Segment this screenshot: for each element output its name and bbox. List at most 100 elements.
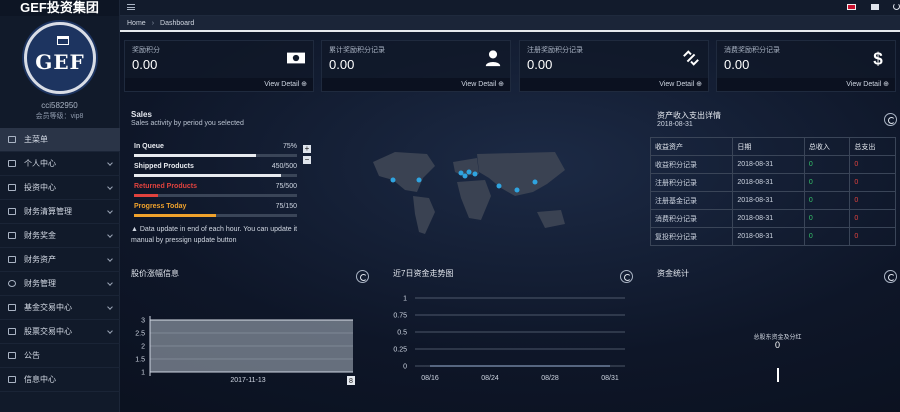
map-marker[interactable] [514,187,520,193]
trend-x-tick-label: 08/16 [421,375,439,382]
sidebar-item-label: 公告 [24,351,40,360]
bar-chart-icon [8,376,16,383]
row-income: 0 [803,191,851,210]
user-id: cci582950 [41,101,78,110]
breadcrumb-separator: › [151,19,155,27]
chevron-down-icon [107,160,113,166]
refresh-icon[interactable] [620,270,633,283]
view-detail-link[interactable]: View Detail ⊕ [717,78,895,91]
view-detail-link[interactable]: View Detail ⊕ [125,78,313,91]
breadcrumb-home[interactable]: Home [127,20,146,27]
card-value: 0.00 [132,57,158,72]
row-date: 2018-08-31 [732,191,805,210]
map-zoom-out-button[interactable]: − [303,156,311,164]
sidebar-item-investment-center[interactable]: 投资中心 [0,176,120,200]
refresh-icon[interactable] [356,270,369,283]
chevron-down-icon [107,304,113,310]
monitor-icon [8,352,16,359]
progress-track [134,154,297,157]
sidebar-item-label: 信息中心 [24,375,56,384]
sidebar-item-main-menu[interactable]: 主菜单 [0,128,120,152]
trend-x-tick-label: 08/31 [601,375,619,382]
map-marker[interactable] [390,177,396,183]
refresh-icon[interactable] [884,270,897,283]
map-marker[interactable] [416,177,422,183]
svg-text:$: $ [873,49,883,67]
chevron-down-icon [107,208,113,214]
user-icon [8,160,16,167]
logo-monogram: GEF [35,50,85,74]
map-marker[interactable] [462,173,468,179]
card-value: 0.00 [527,57,553,72]
row-name: 收益积分记录 [649,155,734,174]
message-icon[interactable] [871,4,879,10]
stat-card-consume-reward: 消费奖励积分记录 0.00 $ View Detail ⊕ [716,40,896,92]
sales-row-in-queue: In Queue 75% [134,143,297,157]
row-name: 注册基金记录 [649,191,734,210]
gift-icon [8,232,16,239]
row-expense: 0 [849,227,896,246]
member-level: 会员等级：vip8 [35,113,84,120]
sidebar-item-fund-trading[interactable]: 基金交易中心 [0,296,120,320]
map-zoom-in-button[interactable]: + [303,145,311,153]
trend-grid [415,297,625,367]
sidebar-item-finance-clearing[interactable]: 财务清算管理 [0,200,120,224]
sales-row-value: 450/500 [271,163,297,170]
progress-fill [134,174,281,177]
trend-panel-title: 近7日资金走势图 [393,269,454,278]
stock-y-tick-label: 2 [141,344,145,351]
map-marker[interactable] [496,183,502,189]
progress-track [134,214,297,217]
stock-y-tick-label: 1.5 [135,357,145,364]
trend-x-tick-label: 08/24 [481,375,499,382]
sidebar-item-stock-trading[interactable]: 股票交易中心 [0,320,120,344]
menu-toggle-icon[interactable] [127,4,135,10]
circle-icon [8,280,16,287]
refresh-icon[interactable] [884,113,897,126]
table-row: 收益积分记录 2018-08-31 0 0 [649,155,896,174]
sidebar-item-announcements[interactable]: 公告 [0,344,120,368]
view-detail-link[interactable]: View Detail ⊕ [322,78,510,91]
row-name: 注册积分记录 [649,173,734,192]
trend-x-ticks: 08/16 08/24 08/28 08/31 [421,375,619,382]
chevron-down-icon [107,184,113,190]
stock-x-label: 2017-11-13 [230,377,265,384]
table-header-row: 收益资产 日期 总收入 总支出 [649,137,896,156]
funds-panel-title: 资金统计 [657,269,689,278]
row-expense: 0 [849,191,896,210]
map-marker[interactable] [472,171,478,177]
breadcrumb: Home › Dashboard [120,16,900,32]
trend-y-tick-label: 0 [403,364,407,371]
sidebar-item-finance-bonus[interactable]: 财务奖金 [0,224,120,248]
map-marker[interactable] [466,169,472,175]
progress-fill [134,194,159,197]
sales-title: Sales [131,110,152,119]
sidebar-item-finance-assets[interactable]: 财务资产 [0,248,120,272]
stat-card-reward-points: 奖励积分 0.00 View Detail ⊕ [124,40,314,92]
chevron-down-icon [107,232,113,238]
logout-power-icon[interactable] [893,3,900,10]
sidebar-item-message-center[interactable]: 信息中心 [0,368,120,392]
briefcase-icon [8,184,16,191]
company-logo: GEF [24,22,96,94]
language-flag-icon[interactable] [847,4,856,10]
ledger-icon [8,208,16,215]
asset-table-title: 资产收入支出详情 [657,111,721,120]
exchange-icon [8,304,16,311]
sidebar-item-personal-center[interactable]: 个人中心 [0,152,120,176]
sales-row-name: In Queue [134,143,164,150]
map-marker[interactable] [458,170,464,176]
view-detail-link[interactable]: View Detail ⊕ [520,78,708,91]
sales-row-name: Returned Products [134,183,198,190]
progress-track [134,174,297,177]
table-row: 消费积分记录 2018-08-31 0 0 [649,209,896,228]
chevron-down-icon [107,280,113,286]
map-marker[interactable] [532,179,538,185]
trend-chart: 0 0.25 0.5 0.75 1 08/16 08/24 08/28 08/31 [393,296,625,382]
stock-y-tick-label: 3 [141,318,145,325]
sidebar-item-label: 基金交易中心 [24,303,72,312]
sales-row-returned: Returned Products 75/500 [134,183,297,197]
sidebar-item-finance-management[interactable]: 财务管理 [0,272,120,296]
row-date: 2018-08-31 [732,227,805,246]
brand-title: GEF投资集团 [0,0,119,16]
